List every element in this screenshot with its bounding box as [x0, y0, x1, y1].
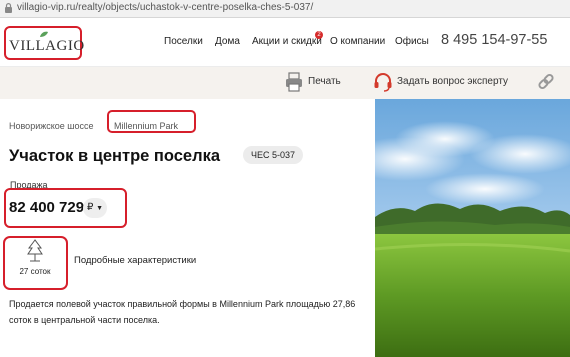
printer-icon[interactable]	[285, 72, 303, 92]
browser-address-bar[interactable]: villagio-vip.ru/realty/objects/uchastok-…	[0, 0, 570, 18]
currency-select[interactable]: ₽ ▼	[83, 198, 107, 218]
details-link[interactable]: Подробные характеристики	[74, 255, 196, 266]
leaf-icon	[40, 31, 48, 37]
site-logo[interactable]: VILLAGIO	[4, 26, 85, 60]
address-url[interactable]: villagio-vip.ru/realty/objects/uchastok-…	[17, 2, 313, 13]
tree-icon	[27, 239, 43, 262]
nav-about[interactable]: О компании	[330, 36, 385, 47]
lock-icon	[5, 3, 12, 13]
nav-settlements[interactable]: Поселки	[164, 36, 203, 47]
link-icon[interactable]	[536, 71, 556, 93]
listing-code-badge: ЧЕС 5-037	[243, 146, 303, 164]
nav-promotions[interactable]: Акции и скидки	[252, 36, 322, 47]
currency-label: ₽	[86, 202, 94, 213]
phone-number[interactable]: 8 495 154-97-55	[441, 32, 547, 48]
price-value: 82 400 729	[9, 199, 85, 216]
dropdown-triangle-icon: ▼	[96, 205, 104, 212]
action-toolbar: Печать Задать вопрос эксперту	[0, 67, 570, 99]
listing-description: Продается полевой участок правильной фор…	[9, 299, 356, 325]
print-button[interactable]: Печать	[308, 76, 341, 87]
nav-houses[interactable]: Дома	[215, 36, 240, 47]
headset-icon[interactable]	[373, 72, 393, 92]
promotions-count-badge: 2	[315, 31, 323, 39]
breadcrumb-settlement[interactable]: Millennium Park	[114, 121, 178, 131]
nav-offices[interactable]: Офисы	[395, 36, 429, 47]
page-title: Участок в центре поселка	[9, 147, 221, 165]
plot-area-value: 27 соток	[19, 267, 51, 276]
ask-expert-button[interactable]: Задать вопрос эксперту	[397, 76, 508, 87]
breadcrumb-highway[interactable]: Новорижское шоссе	[9, 121, 94, 131]
plot-photo	[375, 99, 570, 357]
logo-text: VILLAGIO	[9, 38, 85, 54]
plot-photo-graphic	[375, 99, 570, 357]
